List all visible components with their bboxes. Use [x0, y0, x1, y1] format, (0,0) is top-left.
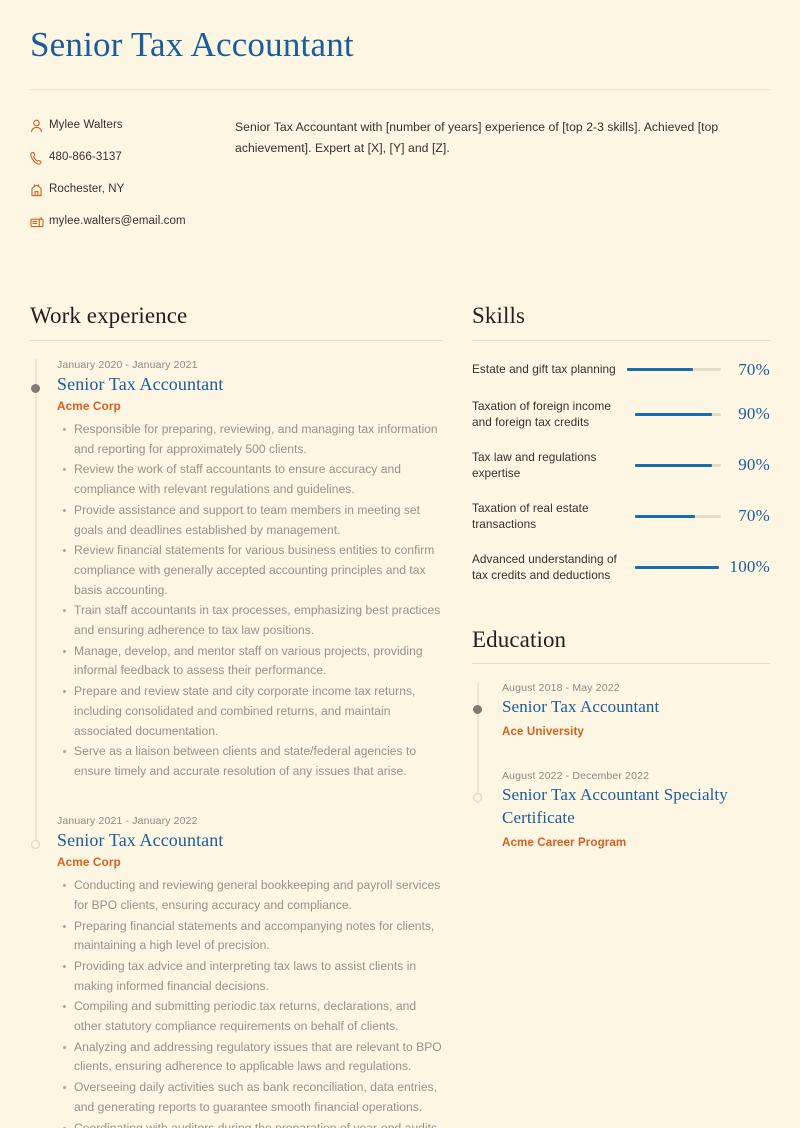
- entry-company: Acme Corp: [57, 399, 121, 413]
- skill-label: Advanced understanding of tax credits an…: [472, 551, 617, 583]
- entry-spacer: [502, 738, 770, 768]
- skill-progress-track: [635, 565, 719, 569]
- entry-bullet: Manage, develop, and mentor staff on var…: [63, 642, 442, 681]
- entry-bullet: Preparing financial statements and accom…: [63, 917, 442, 956]
- education-entry: August 2022 - December 2022 Senior Tax A…: [472, 770, 770, 850]
- skill-percent: 90%: [738, 455, 770, 475]
- skill-row: Advanced understanding of tax credits an…: [472, 551, 770, 584]
- contact-list: Mylee Walters 480-866-3137 Rochester, NY…: [30, 116, 205, 246]
- education-date: August 2022 - December 2022: [502, 770, 650, 783]
- skill-progress-fill: [635, 412, 713, 416]
- education-entry: August 2018 - May 2022 Senior Tax Accoun…: [472, 682, 770, 771]
- contact-location-value: Rochester, NY: [49, 182, 125, 195]
- skill-percent: 70%: [738, 359, 770, 379]
- skill-progress-fill: [635, 514, 696, 518]
- skill-row: Taxation of real estate transactions 70%: [472, 500, 770, 533]
- entry-date: January 2021 - January 2022: [57, 814, 198, 827]
- entry-spacer: [57, 783, 442, 813]
- education-heading: Education: [472, 626, 567, 652]
- entry-bullet: Review financial statements for various …: [63, 541, 442, 600]
- entry-bullet-list: Responsible for preparing, reviewing, an…: [57, 420, 442, 782]
- skill-percent: 70%: [738, 506, 770, 526]
- skill-label: Tax law and regulations expertise: [472, 449, 597, 481]
- work-experience-entry: January 2020 - January 2021 Senior Tax A…: [30, 358, 442, 815]
- timeline-marker-hollow: [473, 793, 482, 803]
- entry-bullet: Responsible for preparing, reviewing, an…: [63, 420, 442, 459]
- contact-item-phone: 480-866-3137: [30, 150, 205, 166]
- skill-label: Taxation of foreign income and foreign t…: [472, 398, 612, 430]
- resume-body: Work experience January 2020 - January 2…: [30, 246, 770, 1128]
- skill-progress-fill: [635, 565, 719, 569]
- mailbox-icon: [30, 214, 49, 230]
- skill-row: Tax law and regulations expertise 90%: [472, 449, 770, 482]
- entry-bullet: Train staff accountants in tax processes…: [63, 601, 442, 640]
- entry-bullet: Analyzing and addressing regulatory issu…: [63, 1038, 442, 1077]
- contact-name-value: Mylee Walters: [49, 118, 123, 131]
- work-experience-timeline: January 2020 - January 2021 Senior Tax A…: [30, 341, 442, 1128]
- skill-progress-track: [626, 368, 721, 371]
- skill-label: Estate and gift tax planning: [472, 362, 616, 377]
- contact-phone-value: 480-866-3137: [49, 150, 122, 163]
- entry-bullet: Compiling and submitting periodic tax re…: [63, 997, 442, 1036]
- education-school: Acme Career Program: [502, 835, 627, 849]
- location-icon: [30, 182, 49, 198]
- contact-email-value: mylee.walters@email.com: [49, 214, 186, 227]
- entry-role: Senior Tax Accountant: [57, 829, 224, 850]
- education-date: August 2018 - May 2022: [502, 682, 620, 695]
- contact-item-name: Mylee Walters: [30, 118, 205, 134]
- education-degree: Senior Tax Accountant Specialty Certific…: [502, 785, 728, 827]
- entry-bullet: Overseeing daily activities such as bank…: [63, 1078, 442, 1117]
- skill-percent: 90%: [738, 404, 770, 424]
- timeline-line: [35, 358, 37, 815]
- timeline-marker-filled: [473, 705, 482, 715]
- timeline-line: [477, 682, 479, 771]
- skill-progress-fill: [635, 463, 713, 467]
- resume-page: Senior Tax Accountant Mylee Walters 480-…: [0, 0, 800, 1128]
- education-degree: Senior Tax Accountant: [502, 697, 660, 717]
- timeline-marker-filled: [31, 383, 40, 393]
- entry-bullet: Prepare and review state and city corpor…: [63, 682, 442, 741]
- skills-heading: Skills: [472, 302, 526, 328]
- entry-bullet: Provide assistance and support to team m…: [63, 501, 442, 540]
- page-title: Senior Tax Accountant: [30, 25, 354, 64]
- skill-percent: 100%: [729, 557, 770, 577]
- skill-progress-track: [635, 412, 721, 416]
- education-section: Education August 2018 - May 2022 Senior …: [472, 602, 770, 851]
- work-experience-section: Work experience January 2020 - January 2…: [30, 302, 442, 1128]
- skill-progress-fill: [626, 368, 693, 371]
- person-icon: [30, 118, 49, 134]
- sidebar-column: Skills Estate and gift tax planning 70% …: [442, 302, 770, 851]
- summary-text: Senior Tax Accountant with [number of ye…: [235, 119, 719, 155]
- entry-bullet-list: Conducting and reviewing general bookkee…: [57, 876, 442, 1128]
- entry-company: Acme Corp: [57, 855, 121, 870]
- header-details: Mylee Walters 480-866-3137 Rochester, NY…: [30, 90, 770, 246]
- education-school: Ace University: [502, 725, 584, 739]
- skill-progress-track: [635, 514, 721, 518]
- entry-bullet: Review the work of staff accountants to …: [63, 460, 442, 499]
- summary-block: Senior Tax Accountant with [number of ye…: [205, 116, 770, 159]
- contact-item-email: mylee.walters@email.com: [30, 214, 205, 230]
- phone-icon: [30, 150, 49, 166]
- skill-row: Estate and gift tax planning 70%: [472, 360, 770, 380]
- entry-bullet: Serve as a liaison between clients and s…: [63, 742, 442, 781]
- skill-label: Taxation of real estate transactions: [472, 500, 589, 532]
- entry-bullet: Providing tax advice and interpreting ta…: [63, 957, 442, 996]
- skills-section: Skills Estate and gift tax planning 70% …: [472, 302, 770, 584]
- timeline-marker-hollow: [31, 839, 40, 849]
- skill-progress-track: [635, 463, 721, 467]
- entry-role: Senior Tax Accountant: [57, 373, 224, 394]
- education-timeline: August 2018 - May 2022 Senior Tax Accoun…: [472, 664, 770, 850]
- entry-date: January 2020 - January 2021: [57, 358, 198, 371]
- contact-item-location: Rochester, NY: [30, 182, 205, 198]
- skill-row: Taxation of foreign income and foreign t…: [472, 398, 770, 431]
- entry-bullet: Conducting and reviewing general bookkee…: [63, 876, 442, 915]
- work-experience-heading: Work experience: [30, 302, 188, 328]
- skills-list: Estate and gift tax planning 70% Taxatio…: [472, 341, 770, 584]
- work-experience-entry: January 2021 - January 2022 Senior Tax A…: [30, 814, 442, 1128]
- entry-bullet: Coordinating with auditors during the pr…: [63, 1119, 442, 1128]
